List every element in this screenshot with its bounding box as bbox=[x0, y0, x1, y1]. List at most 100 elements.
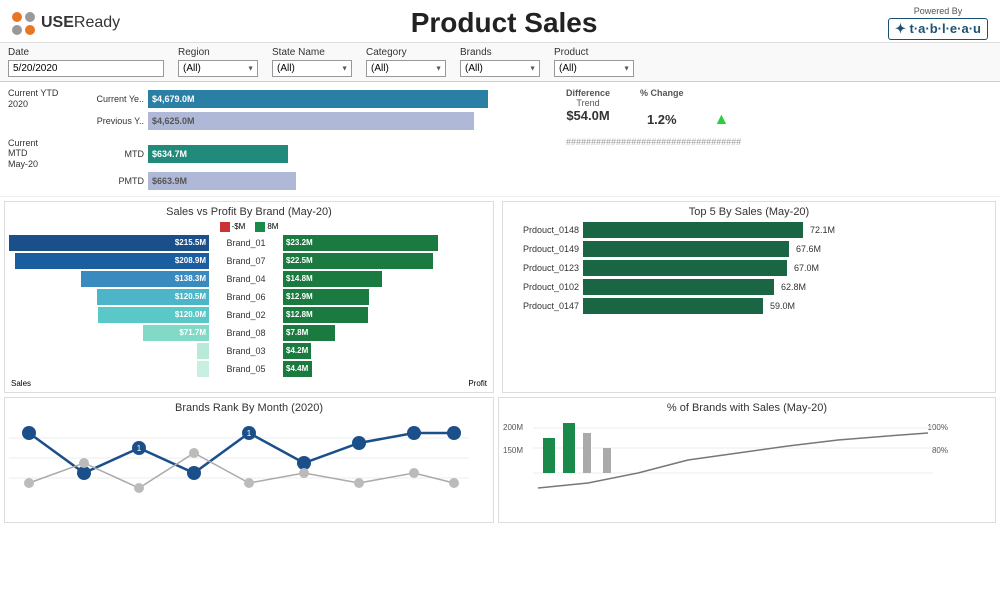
svg-text:150M: 150M bbox=[503, 446, 523, 455]
sales-bar-brand06: $120.5M bbox=[97, 289, 209, 305]
svp-panel: Sales vs Profit By Brand (May-20) -$M 8M… bbox=[4, 201, 494, 393]
dot-line1-1 bbox=[22, 426, 36, 440]
svp-legend: -$M 8M bbox=[9, 222, 489, 232]
date-label: Date bbox=[8, 47, 164, 58]
logo-light: Ready bbox=[74, 14, 120, 31]
logo-text: USEReady bbox=[41, 14, 120, 32]
svp-axis: Sales Profit bbox=[9, 379, 489, 388]
brand-label-05: Brand_05 bbox=[226, 361, 265, 377]
dot-line1-4 bbox=[187, 466, 201, 480]
sales-bar-brand01: $215.5M bbox=[9, 235, 209, 251]
logo-area: USEReady bbox=[12, 12, 120, 35]
powered-by-text: Powered By bbox=[888, 6, 988, 16]
legend-sales-box bbox=[220, 222, 230, 232]
sales-bar-brand02: $120.0M bbox=[98, 307, 209, 323]
kpi-right: Difference Trend $54.0M % Change 1.2% ▲ … bbox=[556, 88, 741, 190]
profit-bar-brand01: $23.2M bbox=[283, 235, 438, 251]
svp-brand-labels: Brand_01 Brand_07 Brand_04 Brand_06 Bran… bbox=[211, 235, 281, 377]
sales-bar-brand05 bbox=[197, 361, 209, 377]
product-select[interactable]: (All) bbox=[554, 60, 634, 77]
sales-bar-brand04: $138.3M bbox=[81, 271, 209, 287]
top5-row-0123: Prdouct_0123 67.0M bbox=[507, 260, 991, 276]
top5-bar-0148 bbox=[583, 222, 803, 238]
filter-state: State Name (All) bbox=[272, 47, 352, 77]
dot-line2-5 bbox=[244, 478, 254, 488]
logo-bold: USE bbox=[41, 14, 74, 31]
product-select-wrap: (All) bbox=[554, 60, 634, 77]
difference-value: $54.0M bbox=[566, 108, 609, 123]
tableau-logo: ✦ t·a·b·l·e·a·u bbox=[888, 18, 988, 40]
svg-text:200M: 200M bbox=[503, 423, 523, 432]
dot-line2-6 bbox=[299, 468, 309, 478]
svg-text:1: 1 bbox=[137, 444, 142, 453]
profit-bar-brand06: $12.9M bbox=[283, 289, 369, 305]
filter-category: Category (All) bbox=[366, 47, 446, 77]
filter-region: Region (All) bbox=[178, 47, 258, 77]
kpi-section: Current YTD2020 Current Ye.. $4,679.0M P… bbox=[0, 82, 1000, 197]
svp-profit-bars: $23.2M $22.5M $14.8M $12.9M $12.8M $7.8M… bbox=[283, 235, 438, 377]
region-label: Region bbox=[178, 47, 258, 58]
dot-line1-7 bbox=[352, 436, 366, 450]
kpi-py-row: Previous Y.. $4,625.0M bbox=[8, 112, 488, 130]
dot-orange-2 bbox=[25, 25, 35, 35]
kpi-diff-row: Difference Trend $54.0M % Change 1.2% ▲ bbox=[566, 88, 741, 129]
dot-line2-4 bbox=[189, 448, 199, 458]
dot-gray-2 bbox=[12, 25, 22, 35]
hash-indicator: ################################### bbox=[566, 137, 741, 147]
dot-line1-6 bbox=[297, 456, 311, 470]
pct-value: 1.2% bbox=[647, 112, 677, 127]
dot-gray-1 bbox=[25, 12, 35, 22]
header: USEReady Product Sales Powered By ✦ t·a·… bbox=[0, 0, 1000, 43]
cy-bar: $4,679.0M bbox=[148, 90, 488, 108]
top5-panel: Top 5 By Sales (May-20) Prdouct_0148 72.… bbox=[502, 201, 996, 393]
top5-bar-0123 bbox=[583, 260, 787, 276]
product-label: Product bbox=[554, 47, 634, 58]
svp-sales-axis-label: Sales bbox=[11, 379, 31, 388]
brand-rank-chart-area: 1 1 bbox=[9, 418, 489, 508]
top5-val-0149: 67.6M bbox=[796, 244, 821, 254]
svp-profit-axis-label: Profit bbox=[468, 379, 487, 388]
filter-date: Date bbox=[8, 47, 164, 77]
region-select[interactable]: (All) bbox=[178, 60, 258, 77]
profit-bar-brand03: $4.2M bbox=[283, 343, 311, 359]
legend-sales-label: -$M bbox=[232, 222, 246, 231]
top5-label-0123: Prdouct_0123 bbox=[507, 263, 579, 273]
py-bar: $4,625.0M bbox=[148, 112, 474, 130]
top5-val-0123: 67.0M bbox=[794, 263, 819, 273]
sales-bar-brand07: $208.9M bbox=[15, 253, 209, 269]
pct-svg: 200M 150M 100% 80% bbox=[503, 418, 963, 508]
dot-line2-3 bbox=[134, 483, 144, 493]
dot-orange-1 bbox=[12, 12, 22, 22]
profit-bar-brand04: $14.8M bbox=[283, 271, 382, 287]
page-title: Product Sales bbox=[411, 7, 598, 39]
top5-title: Top 5 By Sales (May-20) bbox=[507, 206, 991, 218]
pct-header: % Change bbox=[640, 88, 684, 98]
cy-label: Current Ye.. bbox=[72, 94, 144, 104]
category-label: Category bbox=[366, 47, 446, 58]
brand-label-03: Brand_03 bbox=[226, 343, 265, 359]
filter-product: Product (All) bbox=[554, 47, 634, 77]
top5-bar-0149 bbox=[583, 241, 789, 257]
profit-bar-brand07: $22.5M bbox=[283, 253, 433, 269]
legend-profit: 8M bbox=[255, 222, 278, 232]
brand-rank-panel: Brands Rank By Month (2020) bbox=[4, 397, 494, 523]
svp-sales-bars: $215.5M $208.9M $138.3M $120.5M $120.0M … bbox=[9, 235, 209, 377]
state-select[interactable]: (All) bbox=[272, 60, 352, 77]
date-input[interactable] bbox=[8, 60, 164, 77]
pmtd-bar: $663.9M bbox=[148, 172, 296, 190]
brand-label-08: Brand_08 bbox=[226, 325, 265, 341]
top5-bar-0147 bbox=[583, 298, 763, 314]
mtd-label: MTD bbox=[72, 149, 144, 159]
svp-content: $215.5M $208.9M $138.3M $120.5M $120.0M … bbox=[9, 235, 489, 377]
dot-line1-9 bbox=[447, 426, 461, 440]
pct-chart-area: 200M 150M 100% 80% bbox=[503, 418, 991, 508]
dot-line1-2 bbox=[77, 466, 91, 480]
sales-bar-brand08: $71.7M bbox=[143, 325, 209, 341]
brands-select-wrap: (All) bbox=[460, 60, 540, 77]
kpi-pct-col: % Change 1.2% bbox=[640, 88, 684, 129]
state-select-wrap: (All) bbox=[272, 60, 352, 77]
py-label: Previous Y.. bbox=[72, 116, 144, 126]
category-select[interactable]: (All) bbox=[366, 60, 446, 77]
brands-select[interactable]: (All) bbox=[460, 60, 540, 77]
trend-label: Trend bbox=[576, 98, 599, 108]
